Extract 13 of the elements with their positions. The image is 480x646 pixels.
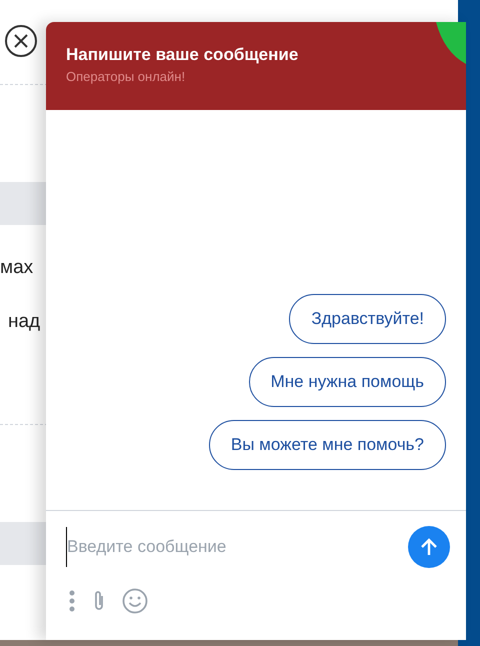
quick-reply-button[interactable]: Мне нужна помощь: [248, 357, 446, 407]
page-text: над: [8, 310, 40, 334]
page-text: мах: [0, 256, 34, 280]
quick-reply-button[interactable]: Здравствуйте!: [289, 294, 446, 344]
quick-reply-button[interactable]: Вы можете мне помочь?: [208, 420, 446, 470]
send-button[interactable]: [408, 526, 450, 568]
more-icon[interactable]: [68, 589, 76, 613]
smiley-icon[interactable]: [122, 588, 148, 614]
chat-title: Напишите ваше сообщение: [66, 44, 300, 66]
message-input[interactable]: Введите сообщение: [66, 527, 386, 567]
close-icon[interactable]: [4, 24, 38, 58]
arrow-up-icon: [419, 537, 439, 557]
chat-subtitle: Операторы онлайн!: [66, 68, 186, 86]
